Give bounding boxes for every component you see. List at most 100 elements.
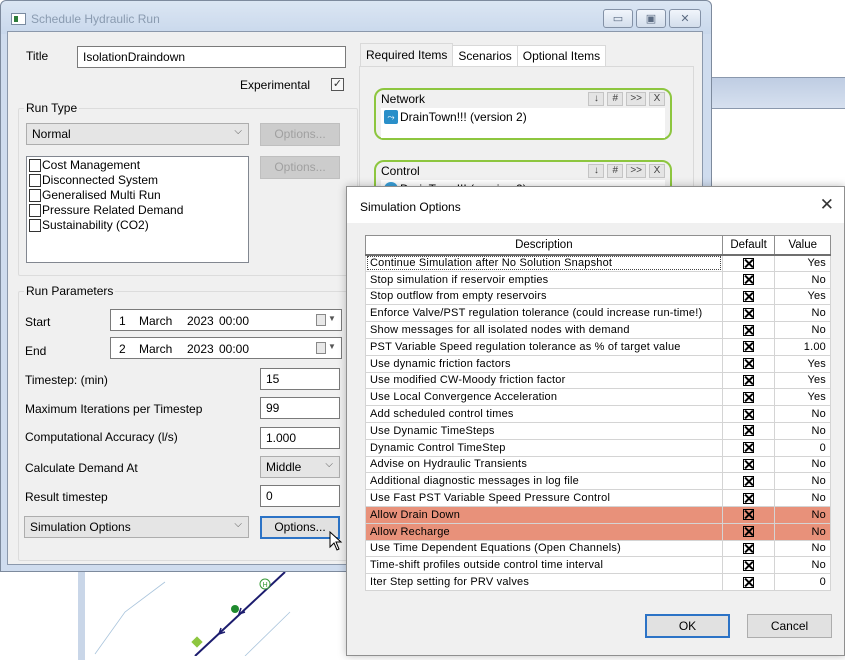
- option-row[interactable]: Iter Step setting for PRV valves 0: [365, 573, 831, 591]
- window-titlebar[interactable]: Schedule Hydraulic Run ▭ ▣ ✕: [1, 1, 711, 34]
- option-value[interactable]: No: [774, 321, 831, 339]
- option-row[interactable]: Stop simulation if reservoir empties No: [365, 270, 831, 289]
- option-value[interactable]: No: [774, 539, 831, 558]
- option-value[interactable]: 1.00: [774, 337, 831, 356]
- default-checkbox[interactable]: [743, 543, 755, 555]
- maximize-button[interactable]: ▣: [636, 9, 666, 28]
- default-checkbox[interactable]: [743, 324, 755, 336]
- start-datepicker[interactable]: 1 March 2023 00:00 ▼: [110, 309, 342, 331]
- default-checkbox[interactable]: [743, 375, 755, 387]
- checkbox[interactable]: [29, 174, 41, 188]
- option-value[interactable]: Yes: [774, 354, 831, 373]
- option-row[interactable]: Use Dynamic TimeSteps No: [365, 421, 831, 440]
- run-type-options-button[interactable]: Options...: [260, 123, 340, 146]
- default-checkbox[interactable]: [743, 509, 755, 521]
- checkbox[interactable]: [29, 189, 41, 203]
- remove-button[interactable]: X: [649, 164, 665, 178]
- default-checkbox[interactable]: [743, 307, 755, 319]
- remove-button[interactable]: X: [649, 92, 665, 106]
- checklist-item[interactable]: Cost Management: [29, 158, 246, 173]
- default-checkbox[interactable]: [743, 341, 755, 353]
- option-value[interactable]: 0: [774, 438, 831, 457]
- default-checkbox[interactable]: [743, 526, 755, 538]
- option-value[interactable]: No: [774, 556, 831, 575]
- column-header-value[interactable]: Value: [774, 235, 831, 256]
- option-value[interactable]: No: [774, 270, 831, 289]
- run-type-select[interactable]: Normal ⌵: [26, 123, 249, 145]
- option-row[interactable]: Additional diagnostic messages in log fi…: [365, 472, 831, 491]
- close-icon[interactable]: ✕: [820, 195, 834, 215]
- checklist-options-button[interactable]: Options...: [260, 156, 340, 179]
- move-down-button[interactable]: ↓: [588, 92, 605, 106]
- simulation-options-button[interactable]: Options...: [260, 516, 340, 539]
- tab-scenarios[interactable]: Scenarios: [452, 45, 518, 66]
- default-checkbox[interactable]: [743, 358, 755, 370]
- version-button[interactable]: #: [607, 164, 624, 178]
- option-value[interactable]: No: [774, 489, 831, 507]
- checkbox[interactable]: [29, 204, 41, 218]
- calculate-demand-select[interactable]: Middle ⌵: [260, 456, 340, 478]
- tab-required-items[interactable]: Required Items: [360, 43, 454, 66]
- option-row[interactable]: Time-shift profiles outside control time…: [365, 556, 831, 575]
- option-row[interactable]: Allow Recharge No: [365, 522, 831, 541]
- tab-optional-items[interactable]: Optional Items: [516, 45, 607, 66]
- column-header-description[interactable]: Description: [365, 235, 723, 256]
- option-value[interactable]: No: [774, 455, 831, 474]
- option-row[interactable]: Add scheduled control times No: [365, 405, 831, 423]
- experimental-checkbox[interactable]: ✓: [331, 78, 344, 91]
- option-row[interactable]: Use Fast PST Variable Speed Pressure Con…: [365, 489, 831, 507]
- checklist-item[interactable]: Disconnected System: [29, 173, 246, 188]
- option-value[interactable]: 0: [774, 573, 831, 591]
- default-checkbox[interactable]: [743, 576, 755, 588]
- default-checkbox[interactable]: [743, 257, 755, 269]
- option-row[interactable]: Continue Simulation after No Solution Sn…: [365, 254, 831, 272]
- option-row[interactable]: Stop outflow from empty reservoirs Yes: [365, 287, 831, 306]
- max-iterations-input[interactable]: 99: [260, 397, 340, 419]
- option-value[interactable]: Yes: [774, 388, 831, 407]
- default-checkbox[interactable]: [743, 459, 755, 471]
- version-button[interactable]: #: [607, 92, 624, 106]
- accuracy-input[interactable]: 1.000: [260, 427, 340, 449]
- option-row[interactable]: Use Time Dependent Equations (Open Chann…: [365, 539, 831, 558]
- result-timestep-input[interactable]: 0: [260, 485, 340, 507]
- browse-button[interactable]: >>: [626, 164, 646, 178]
- simulation-options-select[interactable]: Simulation Options ⌵: [24, 516, 249, 538]
- default-checkbox[interactable]: [743, 408, 755, 420]
- default-checkbox[interactable]: [743, 291, 755, 303]
- option-row[interactable]: Show messages for all isolated nodes wit…: [365, 321, 831, 339]
- checkbox[interactable]: [29, 219, 41, 233]
- checklist-item[interactable]: Pressure Related Demand: [29, 203, 246, 218]
- default-checkbox[interactable]: [743, 442, 755, 454]
- default-checkbox[interactable]: [743, 391, 755, 403]
- option-row[interactable]: Enforce Valve/PST regulation tolerance (…: [365, 304, 831, 323]
- timestep-input[interactable]: 15: [260, 368, 340, 390]
- option-row[interactable]: Use dynamic friction factors Yes: [365, 354, 831, 373]
- dialog-titlebar[interactable]: Simulation Options ✕: [347, 187, 844, 223]
- close-button[interactable]: ✕: [669, 9, 701, 28]
- checklist-item[interactable]: Sustainability (CO2): [29, 218, 246, 233]
- minimize-button[interactable]: ▭: [603, 9, 633, 28]
- option-row[interactable]: Allow Drain Down No: [365, 505, 831, 524]
- option-value[interactable]: No: [774, 472, 831, 491]
- option-row[interactable]: Dynamic Control TimeStep 0: [365, 438, 831, 457]
- option-value[interactable]: No: [774, 505, 831, 524]
- option-value[interactable]: No: [774, 421, 831, 440]
- option-row[interactable]: PST Variable Speed regulation tolerance …: [365, 337, 831, 356]
- option-value[interactable]: No: [774, 405, 831, 423]
- calendar-icon[interactable]: ▼: [316, 342, 336, 355]
- option-value[interactable]: No: [774, 522, 831, 541]
- default-checkbox[interactable]: [743, 475, 755, 487]
- end-datepicker[interactable]: 2 March 2023 00:00 ▼: [110, 337, 342, 359]
- cancel-button[interactable]: Cancel: [747, 614, 832, 638]
- default-checkbox[interactable]: [743, 559, 755, 571]
- checklist-item[interactable]: Generalised Multi Run: [29, 188, 246, 203]
- option-value[interactable]: Yes: [774, 254, 831, 272]
- checkbox[interactable]: [29, 159, 41, 173]
- ok-button[interactable]: OK: [645, 614, 730, 638]
- option-row[interactable]: Use modified CW-Moody friction factor Yes: [365, 371, 831, 390]
- default-checkbox[interactable]: [743, 492, 755, 504]
- title-input[interactable]: IsolationDraindown: [77, 46, 346, 68]
- default-checkbox[interactable]: [743, 425, 755, 437]
- default-checkbox[interactable]: [743, 274, 755, 286]
- network-item[interactable]: ⤳ DrainTown!!! (version 2): [384, 110, 527, 124]
